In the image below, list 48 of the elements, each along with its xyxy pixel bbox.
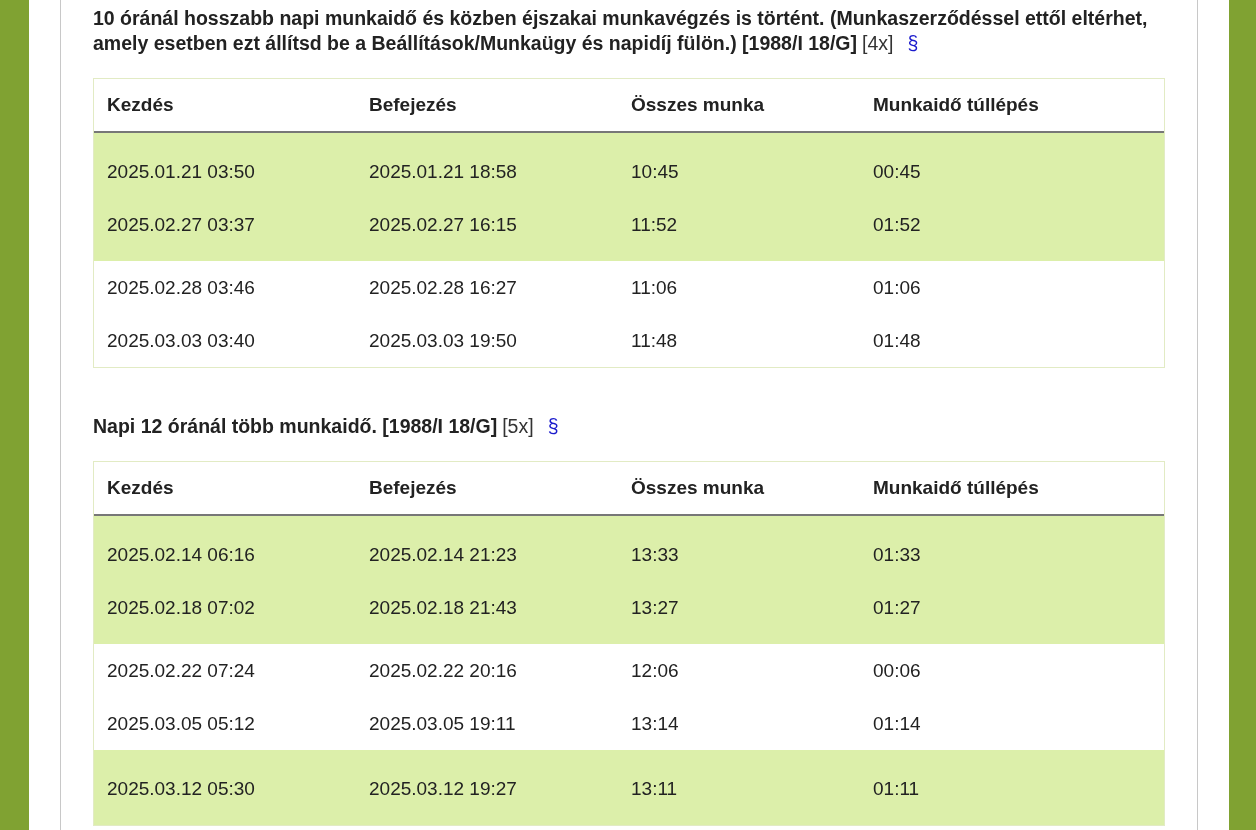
table-cell-text: 10:45 xyxy=(630,160,680,183)
column-header: Összes munka xyxy=(630,477,766,499)
table-cell-text: 2025.02.18 21:43 xyxy=(368,596,518,619)
table-cell-text: 2025.03.12 05:30 xyxy=(106,777,256,800)
table-cell-text: 13:11 xyxy=(630,777,679,800)
table-cell-text: 2025.03.05 05:12 xyxy=(106,712,256,735)
paragraph-link[interactable]: § xyxy=(907,32,919,54)
table-cell-text: 2025.02.18 07:02 xyxy=(106,596,256,619)
table-cell-text: 01:48 xyxy=(872,329,922,352)
table-cell-text: 2025.02.27 03:37 xyxy=(106,213,256,236)
table-cell-text: 01:27 xyxy=(872,596,922,619)
table-cell-text: 01:11 xyxy=(872,777,921,800)
table-cell-text: 2025.02.22 20:16 xyxy=(368,659,518,682)
column-header: Kezdés xyxy=(106,477,175,499)
table-cell-text: 2025.02.28 16:27 xyxy=(368,276,518,299)
table-cell-text: 00:45 xyxy=(872,160,922,183)
table-cell-text: 01:14 xyxy=(872,712,922,735)
table-cell-text: 2025.03.12 19:27 xyxy=(368,777,518,800)
table-cell-text: 01:06 xyxy=(872,276,922,299)
table-cell-text: 13:14 xyxy=(630,712,680,735)
column-header: Munkaidő túllépés xyxy=(872,94,1040,116)
section-title: 10 óránál hosszabb napi munkaidő és közben éjszakai munkavégzés is történt. (Munkaszerződéssel ettől eltérhet, amely esetben ezt állítsd be a Beállítások/Munkaügy és napidíj fülön.) [1988/I 18/G] [4x] § xyxy=(93,6,1149,56)
paragraph-link[interactable]: § xyxy=(547,415,559,437)
table-cell-text: 11:48 xyxy=(630,329,679,352)
table-cell-text: 13:27 xyxy=(630,596,680,619)
column-header: Kezdés xyxy=(106,94,175,116)
table-cell-text: 2025.03.03 03:40 xyxy=(106,329,256,352)
table-cell-text: 2025.02.14 06:16 xyxy=(106,543,256,566)
column-header: Befejezés xyxy=(368,94,458,116)
column-header: Munkaidő túllépés xyxy=(872,477,1040,499)
column-header: Befejezés xyxy=(368,477,458,499)
column-header: Összes munka xyxy=(630,94,766,116)
table-cell-text: 2025.02.28 03:46 xyxy=(106,276,256,299)
table-cell-text: 01:33 xyxy=(872,543,922,566)
table-cell-text: 11:52 xyxy=(630,213,679,236)
section-title: Napi 12 óránál több munkaidő. [1988/I 18/G] [5x] § xyxy=(93,414,560,439)
table-cell-text: 2025.02.22 07:24 xyxy=(106,659,256,682)
table-cell-text: 2025.01.21 03:50 xyxy=(106,160,256,183)
table-cell-text: 11:06 xyxy=(630,276,679,299)
table-cell-text: 2025.01.21 18:58 xyxy=(368,160,518,183)
table-cell-text: 2025.02.14 21:23 xyxy=(368,543,518,566)
table-cell-text: 01:52 xyxy=(872,213,922,236)
table-cell-text: 00:06 xyxy=(872,659,922,682)
table-cell-text: 2025.02.27 16:15 xyxy=(368,213,518,236)
table-cell-text: 13:33 xyxy=(630,543,680,566)
table-cell-text: 12:06 xyxy=(630,659,680,682)
table-cell-text: 2025.03.05 19:11 xyxy=(368,712,517,735)
table-cell-text: 2025.03.03 19:50 xyxy=(368,329,518,352)
